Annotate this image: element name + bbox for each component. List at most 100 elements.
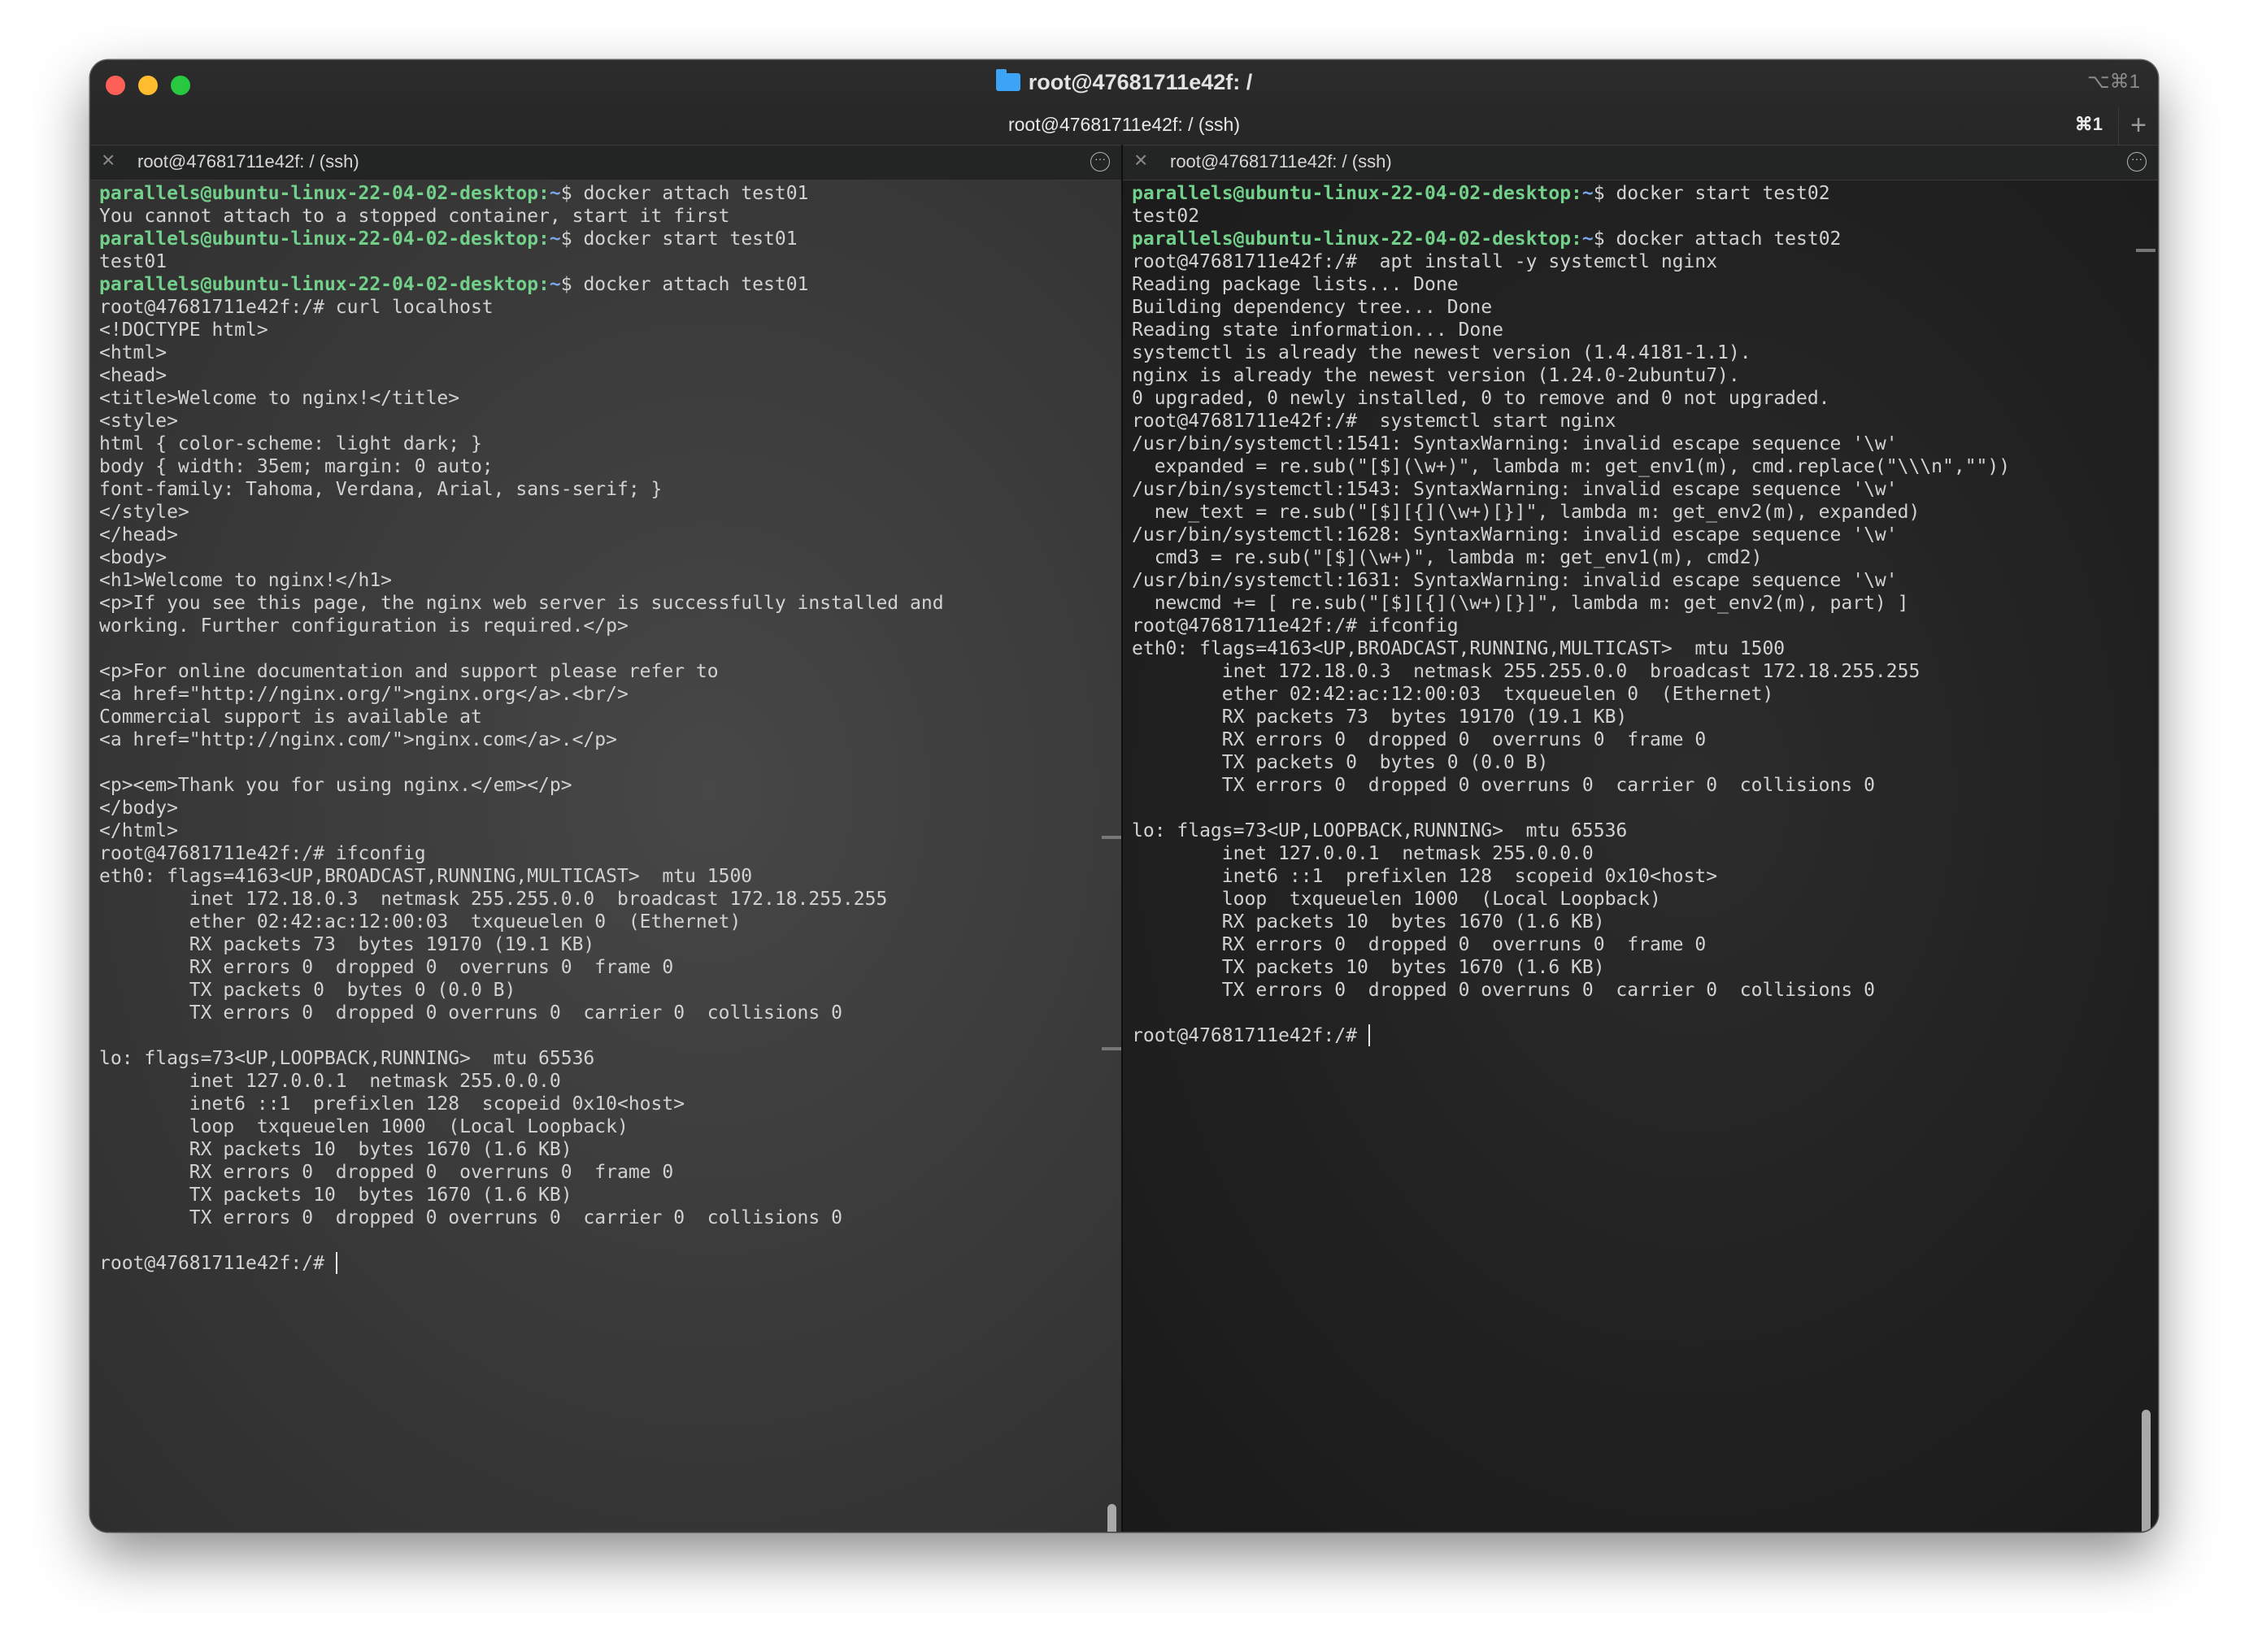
terminal-line: <style> <box>99 410 944 433</box>
plus-icon: + <box>2130 110 2147 141</box>
terminal-line: systemctl is already the newest version … <box>1132 341 2010 364</box>
terminal-line: <title>Welcome to nginx!</title> <box>99 387 944 410</box>
output-text: Reading state information... Done <box>1132 320 1503 341</box>
output-text: RX packets 73 bytes 19170 (19.1 KB) <box>99 934 595 955</box>
output-text: <p>For online documentation and support … <box>99 661 719 682</box>
more-options-icon[interactable]: ··· <box>2127 152 2147 172</box>
terminal-line: inet 172.18.0.3 netmask 255.255.0.0 broa… <box>99 888 944 911</box>
close-icon[interactable]: × <box>1134 147 1147 173</box>
right-scrollbar[interactable] <box>2136 180 2155 1532</box>
prompt-separator: : <box>538 228 550 250</box>
output-text: working. Further configuration is requir… <box>99 615 629 637</box>
output-text: TX packets 10 bytes 1670 (1.6 KB) <box>99 1185 572 1206</box>
terminal-line: newcmd += [ re.sub("[$][{](\w+)[}]", lam… <box>1132 592 2010 615</box>
prompt-separator: : <box>538 183 550 204</box>
terminal-line: /usr/bin/systemctl:1628: SyntaxWarning: … <box>1132 524 2010 546</box>
terminal-line: <h1>Welcome to nginx!</h1> <box>99 569 944 592</box>
terminal-line: TX errors 0 dropped 0 overruns 0 carrier… <box>99 1002 944 1024</box>
right-pane-header[interactable]: × root@47681711e42f: / (ssh) ··· <box>1123 145 2158 180</box>
output-text: systemctl is already the newest version … <box>1132 342 1751 363</box>
output-text: inet6 ::1 prefixlen 128 scopeid 0x10<hos… <box>1132 866 1718 887</box>
terminal-line: <p>For online documentation and support … <box>99 660 944 683</box>
terminal-line: /usr/bin/systemctl:1543: SyntaxWarning: … <box>1132 478 2010 501</box>
terminal-line: working. Further configuration is requir… <box>99 615 944 637</box>
text-cursor <box>1368 1024 1370 1046</box>
terminal-line: RX errors 0 dropped 0 overruns 0 frame 0 <box>1132 933 2010 956</box>
terminal-line: inet 127.0.0.1 netmask 255.0.0.0 <box>1132 842 2010 865</box>
output-text: RX packets 10 bytes 1670 (1.6 KB) <box>1132 911 1605 933</box>
terminal-line: RX packets 73 bytes 19170 (19.1 KB) <box>99 933 944 956</box>
terminal-line: </html> <box>99 819 944 842</box>
terminal-line: You cannot attach to a stopped container… <box>99 205 944 228</box>
right-terminal-output[interactable]: parallels@ubuntu-linux-22-04-02-desktop:… <box>1132 182 2010 1047</box>
left-pane-header[interactable]: × root@47681711e42f: / (ssh) ··· <box>90 145 1121 180</box>
output-text: <a href="http://nginx.com/">nginx.com</a… <box>99 729 617 750</box>
terminal-line: TX errors 0 dropped 0 overruns 0 carrier… <box>1132 774 2010 797</box>
prompt-separator: : <box>538 274 550 295</box>
terminal-line: body { width: 35em; margin: 0 auto; <box>99 455 944 478</box>
terminal-line: loop txqueuelen 1000 (Local Loopback) <box>99 1115 944 1138</box>
terminal-line: </style> <box>99 501 944 524</box>
output-text: root@47681711e42f:/# ifconfig <box>1132 615 1459 637</box>
new-tab-button[interactable]: + <box>2118 107 2158 145</box>
output-text: Building dependency tree... Done <box>1132 297 1493 318</box>
window-title-text: root@47681711e42f: / <box>1028 70 1253 94</box>
output-text: inet 172.18.0.3 netmask 255.255.0.0 broa… <box>99 889 888 910</box>
left-scrollbar[interactable] <box>1102 180 1121 1532</box>
output-text: </style> <box>99 502 189 523</box>
pane-divider[interactable] <box>1121 145 1123 1532</box>
output-text: loop txqueuelen 1000 (Local Loopback) <box>99 1116 629 1137</box>
output-text: <head> <box>99 365 167 386</box>
output-text: html { color-scheme: light dark; } <box>99 433 482 454</box>
terminal-line: inet6 ::1 prefixlen 128 scopeid 0x10<hos… <box>1132 865 2010 888</box>
terminal-line: expanded = re.sub("[$](\w+)", lambda m: … <box>1132 455 2010 478</box>
output-text: </head> <box>99 524 178 546</box>
output-text: You cannot attach to a stopped container… <box>99 206 730 227</box>
output-text: TX errors 0 dropped 0 overruns 0 carrier… <box>1132 775 1875 796</box>
right-scroll-thumb[interactable] <box>2142 1410 2151 1532</box>
output-text: loop txqueuelen 1000 (Local Loopback) <box>1132 889 1661 910</box>
output-text: Reading package lists... Done <box>1132 274 1459 295</box>
terminal-line: ether 02:42:ac:12:00:03 txqueuelen 0 (Et… <box>1132 683 2010 706</box>
prompt-path: ~ <box>549 183 561 204</box>
close-icon[interactable]: × <box>102 147 115 173</box>
output-text: test02 <box>1132 206 1200 227</box>
terminal-line: <p>If you see this page, the nginx web s… <box>99 592 944 615</box>
prompt-path: ~ <box>549 274 561 295</box>
terminal-line: TX packets 0 bytes 0 (0.0 B) <box>1132 751 2010 774</box>
text-cursor <box>335 1252 337 1274</box>
terminal-line: Reading package lists... Done <box>1132 273 2010 296</box>
prompt-user: parallels@ubuntu-linux-22-04-02-desktop <box>1132 228 1572 250</box>
right-pane-title: root@47681711e42f: / (ssh) <box>1170 151 1392 172</box>
tab-title[interactable]: root@47681711e42f: / (ssh) <box>90 114 2158 136</box>
output-text: </html> <box>99 820 178 841</box>
tab-shortcut: ⌘1 <box>2074 114 2103 134</box>
terminal-line: parallels@ubuntu-linux-22-04-02-desktop:… <box>1132 228 2010 250</box>
left-scroll-thumb[interactable] <box>1107 1504 1116 1532</box>
more-options-icon[interactable]: ··· <box>1090 152 1110 172</box>
output-text: eth0: flags=4163<UP,BROADCAST,RUNNING,MU… <box>1132 638 1786 659</box>
output-text: <h1>Welcome to nginx!</h1> <box>99 570 393 591</box>
terminal-line: cmd3 = re.sub("[$](\w+)", lambda m: get_… <box>1132 546 2010 569</box>
output-text: /usr/bin/systemctl:1628: SyntaxWarning: … <box>1132 524 1898 546</box>
left-terminal-output[interactable]: parallels@ubuntu-linux-22-04-02-desktop:… <box>99 182 944 1275</box>
terminal-line: <body> <box>99 546 944 569</box>
terminal-line: RX packets 10 bytes 1670 (1.6 KB) <box>1132 911 2010 933</box>
prompt-user: parallels@ubuntu-linux-22-04-02-desktop <box>99 183 539 204</box>
prompt-separator: : <box>1571 183 1582 204</box>
terminal-line: RX errors 0 dropped 0 overruns 0 frame 0 <box>99 1161 944 1184</box>
output-text: inet 172.18.0.3 netmask 255.255.0.0 broa… <box>1132 661 1921 682</box>
prompt-user: parallels@ubuntu-linux-22-04-02-desktop <box>1132 183 1572 204</box>
command-text: $ docker attach test02 <box>1593 228 1842 250</box>
prompt-path: ~ <box>1581 183 1594 204</box>
terminal-line: root@47681711e42f:/# curl localhost <box>99 296 944 319</box>
terminal-line: font-family: Tahoma, Verdana, Arial, san… <box>99 478 944 501</box>
output-text: lo: flags=73<UP,LOOPBACK,RUNNING> mtu 65… <box>1132 820 1628 841</box>
terminal-line: loop txqueuelen 1000 (Local Loopback) <box>1132 888 2010 911</box>
output-text: cmd3 = re.sub("[$](\w+)", lambda m: get_… <box>1132 547 1763 568</box>
terminal-line: /usr/bin/systemctl:1631: SyntaxWarning: … <box>1132 569 2010 592</box>
output-text: /usr/bin/systemctl:1541: SyntaxWarning: … <box>1132 433 1898 454</box>
title-bar[interactable]: root@47681711e42f: / ⌥⌘1 root@47681711e4… <box>90 60 2158 145</box>
